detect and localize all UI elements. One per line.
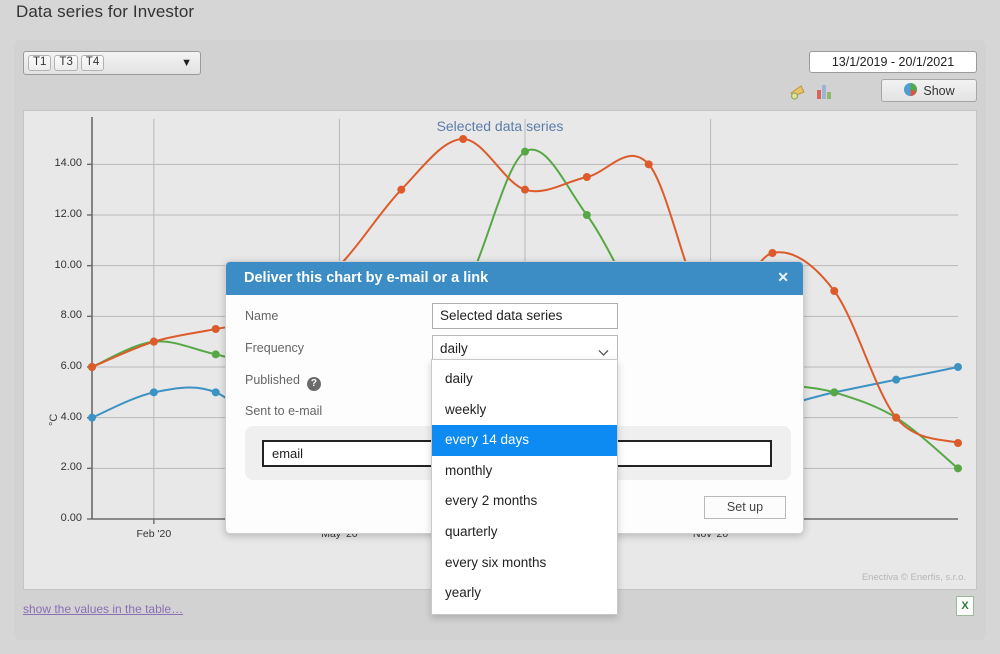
frequency-options-list[interactable]: dailyweeklyevery 14 daysmonthlyevery 2 m… [431, 359, 618, 615]
name-input[interactable]: Selected data series [432, 303, 618, 329]
frequency-option-yearly[interactable]: yearly [432, 578, 617, 609]
close-icon[interactable]: ✕ [777, 270, 789, 284]
alert-bell-icon[interactable] [789, 82, 809, 105]
page-title: Data series for Investor [16, 2, 194, 22]
modal-title: Deliver this chart by e-mail or a link [244, 270, 488, 286]
pie-chart-icon [903, 82, 918, 100]
frequency-select-value: daily [440, 341, 468, 356]
frequency-option-daily[interactable]: daily [432, 364, 617, 395]
help-icon[interactable]: ? [307, 377, 321, 391]
name-label: Name [245, 309, 278, 323]
frequency-option-weekly[interactable]: weekly [432, 395, 617, 426]
chevron-down-icon[interactable]: ▼ [181, 58, 192, 69]
frequency-option-every-six-months[interactable]: every six months [432, 548, 617, 579]
watermark: Enectiva © Enerfis, s.r.o. [862, 572, 966, 583]
modal-header: Deliver this chart by e-mail or a link ✕ [226, 262, 803, 295]
show-button[interactable]: Show [881, 79, 977, 102]
series-tag-t3[interactable]: T3 [54, 55, 77, 72]
sent-to-email-label: Sent to e-mail [245, 404, 322, 418]
show-values-in-table-link[interactable]: show the values in the table… [23, 602, 183, 616]
published-label: Published? [245, 373, 321, 391]
series-tag-t4[interactable]: T4 [81, 55, 104, 72]
excel-export-icon[interactable]: X [956, 596, 974, 616]
toolbar-icon-group [789, 82, 833, 105]
date-range-input[interactable]: 13/1/2019 - 20/1/2021 [809, 51, 977, 73]
frequency-option-every-2-months[interactable]: every 2 months [432, 486, 617, 517]
bar-chart-icon[interactable] [815, 82, 833, 105]
frequency-option-quarterly[interactable]: quarterly [432, 517, 617, 548]
content-panel: T1 T3 T4 ▼ 13/1/2019 - 20/1/2021 [14, 40, 986, 640]
show-button-label: Show [923, 84, 954, 98]
set-up-button[interactable]: Set up [704, 496, 786, 519]
published-label-text: Published [245, 373, 300, 387]
frequency-option-monthly[interactable]: monthly [432, 456, 617, 487]
frequency-option-every-14-days[interactable]: every 14 days [432, 425, 617, 456]
series-selector[interactable]: T1 T3 T4 ▼ [23, 51, 201, 75]
series-tag-t1[interactable]: T1 [28, 55, 51, 72]
frequency-label: Frequency [245, 341, 304, 355]
